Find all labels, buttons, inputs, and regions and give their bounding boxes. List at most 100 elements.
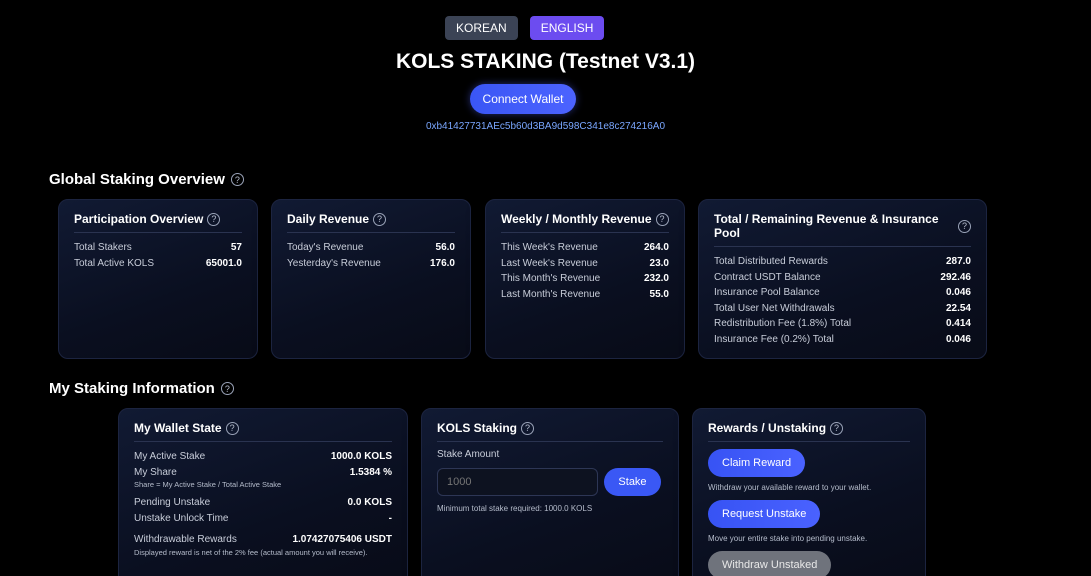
claim-reward-button[interactable]: Claim Reward — [708, 449, 806, 477]
pending-row: Pending Unstake 0.0 KOLS — [134, 495, 392, 511]
stat-row: This Week's Revenue 264.0 — [501, 240, 669, 256]
stat-row: Insurance Pool Balance 0.046 — [714, 285, 971, 301]
stat-label: Redistribution Fee (1.8%) Total — [714, 318, 852, 329]
stat-label: Unstake Unlock Time — [134, 512, 229, 524]
participation-card: Participation Overview ? Total Stakers 57… — [58, 199, 258, 359]
stat-value: 176.0 — [429, 257, 455, 269]
stat-label: This Month's Revenue — [501, 273, 601, 284]
my-staking-title: My Staking Information — [49, 380, 215, 397]
stat-label: Insurance Pool Balance — [714, 287, 820, 298]
stat-label: Total User Net Withdrawals — [714, 302, 835, 314]
active-stake-row: My Active Stake 1000.0 KOLS — [134, 449, 392, 465]
global-overview-heading: Global Staking Overview ? — [49, 171, 244, 188]
card-title: Total / Remaining Revenue & Insurance Po… — [714, 212, 971, 247]
stat-value: 23.0 — [649, 257, 669, 269]
stat-row: Redistribution Fee (1.8%) Total 0.414 — [714, 316, 971, 332]
help-icon[interactable]: ? — [830, 421, 844, 435]
card-title: Rewards / Unstaking ? — [708, 421, 910, 442]
weekly-monthly-card: Weekly / Monthly Revenue ? This Week's R… — [485, 199, 685, 359]
stat-value: 0.0 KOLS — [347, 497, 392, 508]
rewards-title: Rewards / Unstaking — [708, 421, 827, 435]
stake-amount-input[interactable] — [437, 468, 598, 496]
stat-value: 292.46 — [940, 271, 971, 283]
stat-value: 55.0 — [649, 288, 669, 300]
kols-staking-card: KOLS Staking ? Stake Amount Stake Minimu… — [421, 408, 679, 576]
daily-revenue-card: Daily Revenue ? Today's Revenue 56.0 Yest… — [271, 199, 471, 359]
korean-button[interactable]: KOREAN — [445, 16, 518, 40]
stat-row: Yesterday's Revenue 176.0 — [287, 256, 455, 272]
stat-value: 0.046 — [945, 333, 971, 345]
request-unstake-button[interactable]: Request Unstake — [708, 500, 821, 528]
stat-label: Withdrawable Rewards — [134, 534, 237, 545]
stat-row: Total Stakers 57 — [74, 240, 242, 256]
stat-row: Insurance Fee (0.2%) Total 0.046 — [714, 332, 971, 348]
minimum-stake-note: Minimum total stake required: 1000.0 KOL… — [437, 504, 593, 513]
request-note: Move your entire stake into pending unst… — [708, 534, 868, 543]
share-note: Share = My Active Stake / Total Active S… — [134, 480, 282, 489]
card-title: Participation Overview ? — [74, 212, 242, 233]
stat-row: Last Week's Revenue 23.0 — [501, 256, 669, 272]
stat-row: This Month's Revenue 232.0 — [501, 271, 669, 287]
help-icon[interactable]: ? — [521, 421, 535, 435]
stat-row: Contract USDT Balance 292.46 — [714, 270, 971, 286]
stat-value: 1.5384 % — [349, 466, 392, 478]
my-staking-heading: My Staking Information ? — [49, 380, 234, 397]
stat-value: 1.07427075406 USDT — [292, 534, 392, 545]
stat-label: Today's Revenue — [287, 242, 364, 253]
share-row: My Share 1.5384 % — [134, 465, 392, 481]
stat-value: 1000.0 KOLS — [330, 451, 392, 462]
stat-label: Total Stakers — [74, 242, 132, 253]
stat-label: Pending Unstake — [134, 497, 211, 508]
page-title: KOLS STAKING (Testnet V3.1) — [395, 50, 696, 73]
stat-value: 287.0 — [945, 256, 971, 267]
withdraw-unstaked-button[interactable]: Withdraw Unstaked — [708, 551, 832, 576]
help-icon[interactable]: ? — [655, 212, 669, 226]
card-title: Weekly / Monthly Revenue ? — [501, 212, 669, 233]
daily-revenue-title: Daily Revenue — [287, 212, 370, 226]
stat-label: Insurance Fee (0.2%) Total — [714, 333, 834, 345]
total-revenue-title: Total / Remaining Revenue & Insurance Po… — [714, 212, 939, 240]
total-revenue-card: Total / Remaining Revenue & Insurance Po… — [698, 199, 987, 359]
claim-note: Withdraw your available reward to your w… — [708, 483, 872, 492]
stat-value: 56.0 — [435, 242, 455, 253]
kols-staking-title: KOLS Staking — [437, 421, 518, 435]
stat-value: 0.046 — [945, 287, 971, 298]
stake-amount-label: Stake Amount — [437, 449, 500, 460]
stat-row: Total User Net Withdrawals 22.54 — [714, 301, 971, 317]
english-button[interactable]: ENGLISH — [529, 16, 605, 40]
weekly-monthly-title: Weekly / Monthly Revenue — [501, 212, 652, 226]
help-icon[interactable]: ? — [230, 173, 244, 186]
stat-value: 0.414 — [945, 318, 971, 329]
stake-button[interactable]: Stake — [604, 468, 661, 496]
participation-title: Participation Overview — [74, 212, 204, 226]
help-icon[interactable]: ? — [225, 421, 239, 435]
stat-row: Last Month's Revenue 55.0 — [501, 287, 669, 303]
stat-row: Total Distributed Rewards 287.0 — [714, 254, 971, 270]
card-title: Daily Revenue ? — [287, 212, 455, 233]
stat-label: Total Active KOLS — [74, 257, 155, 269]
help-icon[interactable]: ? — [220, 382, 234, 395]
help-icon[interactable]: ? — [373, 212, 387, 226]
wallet-address: 0xb41427731AEc5b60d3BA9d598C341e8c274216… — [425, 121, 666, 132]
stat-value: 232.0 — [643, 273, 669, 284]
stat-label: This Week's Revenue — [501, 242, 598, 253]
stat-label: My Active Stake — [134, 451, 206, 462]
stat-value: 264.0 — [643, 242, 669, 253]
stat-label: Contract USDT Balance — [714, 271, 821, 283]
card-title: KOLS Staking ? — [437, 421, 663, 442]
stat-value: 65001.0 — [205, 257, 242, 269]
stat-label: Last Week's Revenue — [501, 257, 598, 269]
connect-wallet-button[interactable]: Connect Wallet — [470, 84, 576, 114]
stat-label: Yesterday's Revenue — [287, 257, 381, 269]
rewards-card: Rewards / Unstaking ? Claim Reward Withd… — [692, 408, 926, 576]
help-icon[interactable]: ? — [958, 219, 971, 233]
stat-label: Last Month's Revenue — [501, 288, 601, 300]
stat-row: Total Active KOLS 65001.0 — [74, 256, 242, 272]
language-switcher: KOREAN ENGLISH — [445, 16, 605, 40]
help-icon[interactable]: ? — [207, 212, 221, 226]
stat-label: My Share — [134, 466, 177, 478]
global-overview-title: Global Staking Overview — [49, 171, 225, 188]
stat-row: Today's Revenue 56.0 — [287, 240, 455, 256]
wallet-state-card: My Wallet State ? My Active Stake 1000.0 … — [118, 408, 408, 576]
stat-value: - — [388, 512, 392, 524]
